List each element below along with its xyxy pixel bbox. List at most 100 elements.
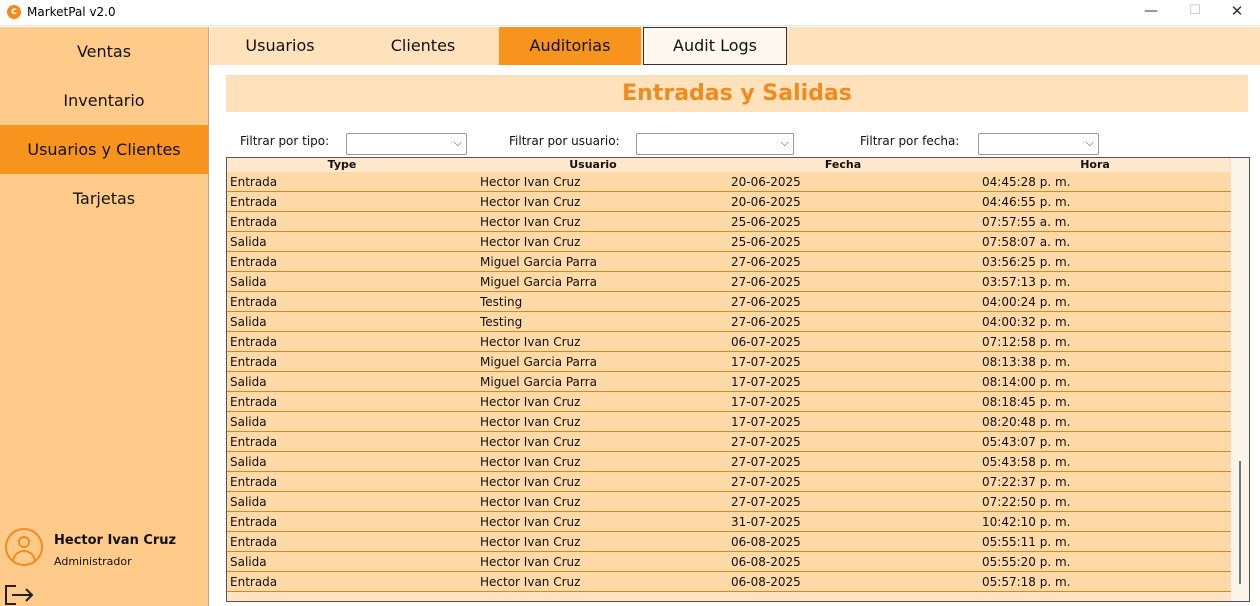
table-cell: 05:55:11 p. m. — [982, 535, 1071, 549]
table-cell: Entrada — [230, 175, 278, 189]
table-row[interactable]: Entrada Hector Ivan Cruz 20-06-2025 04:45:2… — [227, 172, 1231, 192]
table-row[interactable]: Salida Miguel Garcia Parra 27-06-2025 03:57… — [227, 272, 1231, 292]
column-header-fecha[interactable]: Fecha — [793, 158, 893, 172]
filter-type-select[interactable]: ⌵ — [346, 133, 467, 155]
table-row[interactable]: Salida Hector Ivan Cruz 27-07-2025 05:43:58… — [227, 452, 1231, 472]
filter-user-select[interactable]: ⌵ — [636, 133, 794, 155]
sidebar: Ventas Inventario Usuarios y Clientes Ta… — [0, 27, 209, 606]
table-cell: 31-07-2025 — [731, 515, 801, 529]
table-cell: 07:57:55 a. m. — [982, 215, 1071, 229]
table-row[interactable]: Entrada Hector Ivan Cruz 06-08-2025 05:57:1… — [227, 572, 1231, 592]
table-cell: Entrada — [230, 535, 278, 549]
table-cell: 27-06-2025 — [731, 315, 801, 329]
marketpal-logo-icon: c — [7, 5, 21, 19]
table-cell: Testing — [480, 295, 523, 309]
table-cell: Miguel Garcia Parra — [480, 375, 597, 389]
table-cell: Testing — [480, 315, 523, 329]
tab-bar: Usuarios Clientes Auditorias Audit Logs — [210, 27, 1260, 65]
sidebar-item-usuarios-y-clientes[interactable]: Usuarios y Clientes — [0, 125, 208, 174]
table-cell: 07:22:50 p. m. — [982, 495, 1071, 509]
table-cell: Salida — [230, 415, 267, 429]
table-cell: Entrada — [230, 515, 278, 529]
filter-date-select[interactable]: ⌵ — [978, 133, 1099, 155]
table-row[interactable]: Entrada Hector Ivan Cruz 27-07-2025 07:22:3… — [227, 472, 1231, 492]
column-header-hora[interactable]: Hora — [1045, 158, 1145, 172]
table-row[interactable]: Salida Hector Ivan Cruz 25-06-2025 07:58:07… — [227, 232, 1231, 252]
scrollbar-thumb[interactable] — [1239, 461, 1241, 584]
tab-usuarios[interactable]: Usuarios — [210, 27, 350, 65]
table-cell: Salida — [230, 455, 267, 469]
table-cell: 10:42:10 p. m. — [982, 515, 1071, 529]
table-cell: Salida — [230, 375, 267, 389]
table-cell: 05:57:18 p. m. — [982, 575, 1071, 589]
minimize-icon[interactable]: — — [1128, 0, 1174, 24]
table-row[interactable]: Entrada Hector Ivan Cruz 06-07-2025 07:12:5… — [227, 332, 1231, 352]
table-cell: 27-06-2025 — [731, 255, 801, 269]
user-name: Hector Ivan Cruz — [54, 533, 177, 548]
table-row[interactable]: Salida Hector Ivan Cruz 27-07-2025 07:22:50… — [227, 492, 1231, 512]
close-icon[interactable]: ✕ — [1214, 0, 1260, 24]
table-cell: Hector Ivan Cruz — [480, 415, 581, 429]
table-cell: Salida — [230, 555, 267, 569]
table-cell: 07:12:58 p. m. — [982, 335, 1071, 349]
table-cell: 06-08-2025 — [731, 535, 801, 549]
table-cell: 25-06-2025 — [731, 215, 801, 229]
table-row[interactable]: Entrada Miguel Garcia Parra 17-07-2025 08:1… — [227, 352, 1231, 372]
logout-icon[interactable] — [2, 583, 34, 606]
sidebar-item-inventario[interactable]: Inventario — [0, 76, 208, 125]
table-scrollbar[interactable] — [1231, 158, 1249, 601]
table-cell: 27-07-2025 — [731, 435, 801, 449]
table-row[interactable]: Salida Testing 27-06-2025 04:00:32 p. m. — [227, 312, 1231, 332]
table-row[interactable]: Entrada Hector Ivan Cruz 27-07-2025 05:43:0… — [227, 432, 1231, 452]
table-cell: 27-07-2025 — [731, 495, 801, 509]
table-row[interactable]: Entrada Hector Ivan Cruz 31-07-2025 10:42:1… — [227, 512, 1231, 532]
audit-table: Type Usuario Fecha Hora Entrada Hector Iv… — [226, 157, 1250, 602]
table-cell: 17-07-2025 — [731, 355, 801, 369]
sidebar-item-tarjetas[interactable]: Tarjetas — [0, 174, 208, 223]
page-title: Entradas y Salidas — [226, 75, 1248, 112]
tab-clientes[interactable]: Clientes — [353, 27, 493, 65]
tab-auditorias[interactable]: Auditorias — [499, 27, 641, 65]
table-cell: Salida — [230, 315, 267, 329]
table-row[interactable]: Entrada Testing 27-06-2025 04:00:24 p. m. — [227, 292, 1231, 312]
column-header-usuario[interactable]: Usuario — [543, 158, 643, 172]
table-cell: 08:20:48 p. m. — [982, 415, 1071, 429]
chevron-down-icon: ⌵ — [1085, 136, 1094, 149]
table-cell: Entrada — [230, 435, 278, 449]
table-cell: 20-06-2025 — [731, 195, 801, 209]
table-cell: Entrada — [230, 215, 278, 229]
table-cell: 04:46:55 p. m. — [982, 195, 1071, 209]
table-header: Type Usuario Fecha Hora — [227, 158, 1229, 172]
table-cell: Salida — [230, 495, 267, 509]
table-cell: 03:56:25 p. m. — [982, 255, 1071, 269]
table-cell: Entrada — [230, 355, 278, 369]
sidebar-item-ventas[interactable]: Ventas — [0, 27, 208, 76]
table-row[interactable]: Entrada Hector Ivan Cruz 17-07-2025 08:18:4… — [227, 392, 1231, 412]
maximize-icon[interactable]: ☐ — [1172, 0, 1218, 24]
column-header-type[interactable]: Type — [292, 158, 392, 172]
table-row[interactable]: Salida Hector Ivan Cruz 06-08-2025 05:55:20… — [227, 552, 1231, 572]
table-cell: Hector Ivan Cruz — [480, 495, 581, 509]
table-cell: 17-07-2025 — [731, 415, 801, 429]
user-role: Administrador — [54, 555, 132, 568]
table-cell: Hector Ivan Cruz — [480, 515, 581, 529]
table-cell: 04:45:28 p. m. — [982, 175, 1071, 189]
table-row[interactable]: Entrada Hector Ivan Cruz 20-06-2025 04:46:5… — [227, 192, 1231, 212]
table-row[interactable]: Salida Miguel Garcia Parra 17-07-2025 08:14… — [227, 372, 1231, 392]
table-row[interactable]: Salida Hector Ivan Cruz 17-07-2025 08:20:48… — [227, 412, 1231, 432]
table-cell: 17-07-2025 — [731, 395, 801, 409]
table-cell: 05:43:07 p. m. — [982, 435, 1071, 449]
tab-audit-logs[interactable]: Audit Logs — [643, 27, 787, 65]
table-row[interactable]: Entrada Miguel Garcia Parra 27-06-2025 03:5… — [227, 252, 1231, 272]
table-cell: 07:58:07 a. m. — [982, 235, 1071, 249]
table-cell: Hector Ivan Cruz — [480, 555, 581, 569]
table-cell: Hector Ivan Cruz — [480, 535, 581, 549]
table-cell: 27-06-2025 — [731, 295, 801, 309]
filter-user-label: Filtrar por usuario: — [509, 134, 620, 148]
table-row[interactable]: Entrada Hector Ivan Cruz 06-08-2025 05:55:1… — [227, 532, 1231, 552]
table-cell: 07:22:37 p. m. — [982, 475, 1071, 489]
table-cell: Hector Ivan Cruz — [480, 235, 581, 249]
table-cell: Entrada — [230, 575, 278, 589]
table-cell: Entrada — [230, 395, 278, 409]
table-row[interactable]: Entrada Hector Ivan Cruz 25-06-2025 07:57:5… — [227, 212, 1231, 232]
